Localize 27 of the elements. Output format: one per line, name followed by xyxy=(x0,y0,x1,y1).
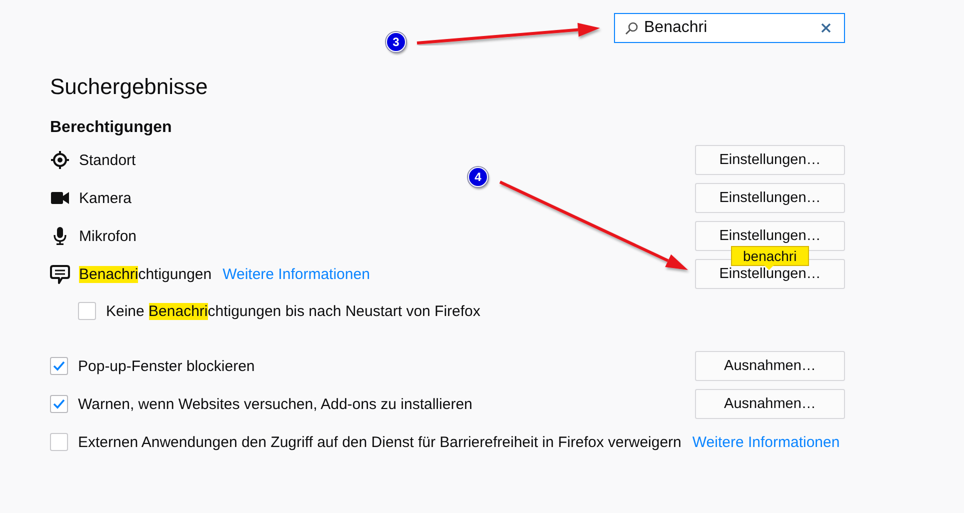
step-number-badge: 4 xyxy=(468,167,488,187)
checkbox-label: Externen Anwendungen den Zugriff auf den Dienst für Barrierefreiheit in Firefox verweigern xyxy=(78,434,682,450)
checkbox-label: Pop-up-Fenster blockieren xyxy=(78,358,255,374)
exceptions-button[interactable]: Ausnahmen… xyxy=(695,389,845,419)
settings-button[interactable]: Einstellungen… xyxy=(695,145,845,175)
checkbox[interactable] xyxy=(78,302,96,320)
section-heading: Berechtigungen xyxy=(50,119,173,138)
settings-button[interactable]: Einstellungen… xyxy=(695,221,845,251)
settings-button[interactable]: Einstellungen… xyxy=(695,183,845,213)
checkbox-label: Warnen, wenn Websites versuchen, Add-ons zu installieren xyxy=(78,396,472,412)
search-field[interactable]: Benachri xyxy=(614,13,845,43)
close-icon[interactable] xyxy=(821,23,831,33)
location-icon xyxy=(50,151,70,169)
permission-label: Benachrichtigungen xyxy=(79,266,212,282)
page-heading: Suchergebnisse xyxy=(50,74,209,101)
checkbox[interactable] xyxy=(50,395,68,413)
camera-icon xyxy=(50,191,70,205)
chat-bubble-icon xyxy=(50,264,70,284)
checkbox-label: Keine Benachrichtigungen bis nach Neustart von Firefox xyxy=(106,302,480,320)
permission-label: Mikrofon xyxy=(79,228,137,244)
search-icon xyxy=(625,22,638,35)
checkbox[interactable] xyxy=(50,433,68,451)
step-number-badge: 3 xyxy=(386,32,406,52)
checkbox[interactable] xyxy=(50,357,68,375)
permission-label: Kamera xyxy=(79,190,132,206)
exceptions-button[interactable]: Ausnahmen… xyxy=(695,351,845,381)
permission-label: Standort xyxy=(79,152,136,168)
